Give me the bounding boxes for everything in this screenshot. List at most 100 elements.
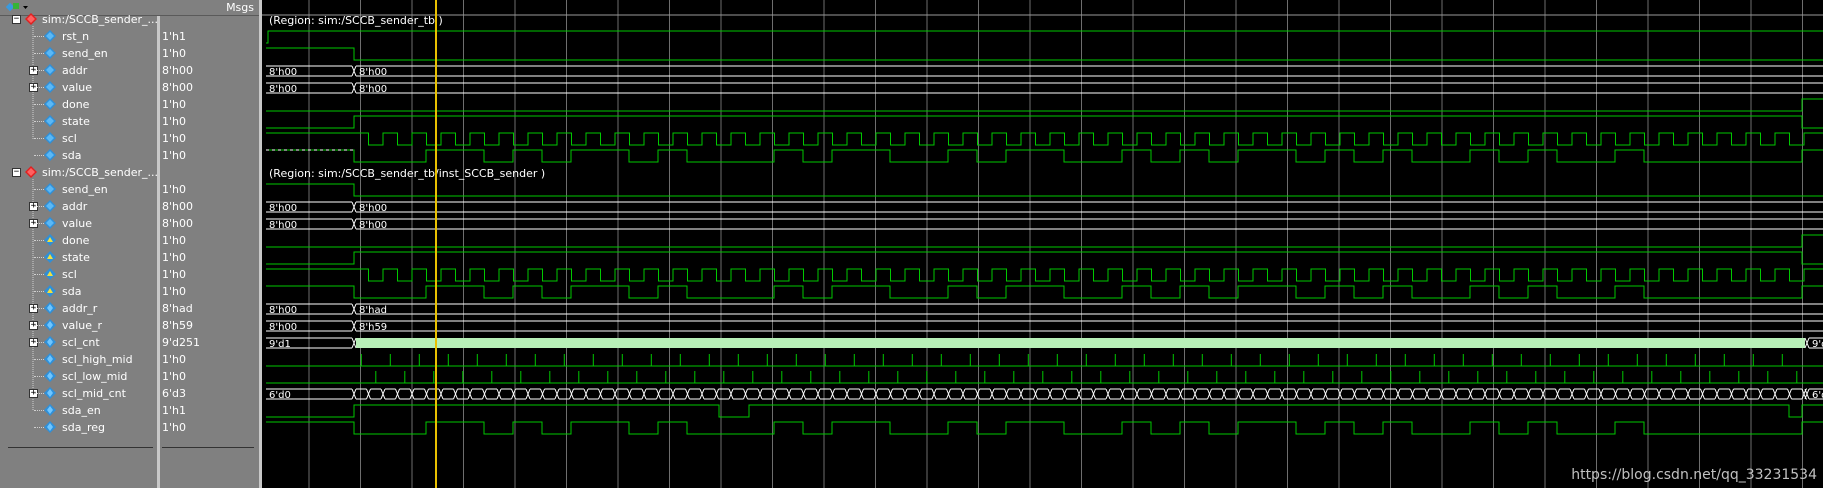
- bus-transition: [453, 388, 458, 400]
- bus-value: 8'h00: [269, 203, 297, 214]
- tree-branch: [34, 291, 44, 292]
- bus-rails: [892, 388, 903, 400]
- signal-row[interactable]: scl: [0, 130, 157, 147]
- bus-rails: [414, 388, 425, 400]
- bit-wave: [266, 285, 1823, 299]
- tree-branch: [34, 206, 44, 207]
- bus-rails: [356, 201, 1823, 213]
- bit-wave: [266, 404, 1823, 418]
- waveform-canvas[interactable]: (Region: sim:/SCCB_sender_tb ) (Region: s…: [262, 0, 1823, 488]
- bus-rails: [1414, 388, 1425, 400]
- bus-rails: [1429, 388, 1440, 400]
- bit-wave: [266, 268, 1823, 282]
- bus-rails: [907, 388, 918, 400]
- signal-row[interactable]: send_en: [0, 45, 157, 62]
- bus-transition: [569, 388, 574, 400]
- signal-row[interactable]: + addr: [0, 62, 157, 79]
- bus-transition: [1714, 388, 1720, 400]
- signal-value: 1'h0: [162, 115, 186, 128]
- bus-transition: [1555, 388, 1560, 400]
- bus-transition: [482, 388, 487, 400]
- bus-transition: [525, 388, 531, 400]
- signal-row[interactable]: state: [0, 113, 157, 130]
- bus-transition: [1700, 388, 1705, 400]
- bus-value: 8'h00: [359, 203, 387, 214]
- signal-row[interactable]: + addr_r: [0, 300, 157, 317]
- bus-rails: [1211, 388, 1222, 400]
- signal-row[interactable]: + addr: [0, 198, 157, 215]
- bus-transition: [1482, 388, 1488, 400]
- bus-rails: [965, 388, 976, 400]
- bus-transition: [685, 388, 690, 400]
- signal-row[interactable]: scl_low_mid: [0, 368, 157, 385]
- signal-value: 1'h0: [162, 149, 186, 162]
- bus-transition: [656, 388, 661, 400]
- bus-transition: [917, 388, 922, 400]
- signal-row[interactable]: + scl_mid_cnt: [0, 385, 157, 402]
- bus-rails: [1342, 388, 1353, 400]
- tree-branch: [34, 53, 44, 54]
- signal-row[interactable]: scl: [0, 266, 157, 283]
- signal-name: done: [62, 234, 90, 247]
- signal-value: 8'h00: [162, 217, 193, 230]
- signal-row[interactable]: + value_r: [0, 317, 157, 334]
- tree-branch: [34, 393, 44, 394]
- tree-branch: [34, 70, 44, 71]
- bus-transition: [366, 388, 371, 400]
- bus-transition: [1613, 388, 1618, 400]
- bus-value: 6'd57: [1812, 390, 1823, 401]
- bus-rails: [776, 388, 787, 400]
- bus-transition: [424, 388, 429, 400]
- signal-name: value: [62, 217, 93, 230]
- signal-row[interactable]: + value: [0, 215, 157, 232]
- signal-row[interactable]: sda: [0, 147, 157, 164]
- signal-row[interactable]: + value: [0, 79, 157, 96]
- bus-rails: [1458, 388, 1469, 400]
- region-label: (Region: sim:/SCCB_sender_tb ): [269, 14, 443, 27]
- bus-transition: [1569, 388, 1575, 400]
- bus-transition: [1323, 388, 1328, 400]
- bus-value: 8'h00: [269, 322, 297, 333]
- bus-rails: [501, 388, 512, 400]
- bus-rails: [457, 388, 468, 400]
- bus-rails: [1240, 388, 1251, 400]
- signal-row[interactable]: send_en: [0, 181, 157, 198]
- bus-transition: [351, 65, 357, 77]
- bus-transition: [1627, 388, 1633, 400]
- signal-row[interactable]: done: [0, 232, 157, 249]
- signal-row[interactable]: scl_high_mid: [0, 351, 157, 368]
- signal-value: 1'h0: [162, 132, 186, 145]
- signal-name: scl_high_mid: [62, 353, 133, 366]
- bus-transition: [772, 388, 777, 400]
- bus-rails: [1516, 388, 1527, 400]
- bus-transition: [540, 388, 545, 400]
- bus-rails: [602, 388, 613, 400]
- input-diamond-icon: [44, 81, 56, 93]
- signal-row[interactable]: sda_en: [0, 402, 157, 419]
- signal-row[interactable]: sda_reg: [0, 419, 157, 436]
- internal-diamond-icon: [44, 370, 56, 382]
- signal-name: scl_low_mid: [62, 370, 128, 383]
- signal-value: 1'h0: [162, 353, 186, 366]
- signal-row[interactable]: state: [0, 249, 157, 266]
- signal-value: 1'h0: [162, 47, 186, 60]
- bus-transition: [1804, 388, 1810, 400]
- bus-rails: [718, 388, 729, 400]
- signal-name: addr: [62, 200, 88, 213]
- bus-rails: [1443, 388, 1454, 400]
- bus-transition: [1685, 388, 1691, 400]
- bus-rails: [559, 388, 570, 400]
- bus-rails: [1777, 388, 1788, 400]
- signal-row[interactable]: sda: [0, 283, 157, 300]
- bus-transition: [1497, 388, 1502, 400]
- bus-transition: [1047, 388, 1053, 400]
- signal-row[interactable]: rst_n: [0, 28, 157, 45]
- bus-rails: [878, 388, 889, 400]
- bus-rails: [573, 388, 584, 400]
- tree-branch: [34, 257, 44, 258]
- signal-row[interactable]: done: [0, 96, 157, 113]
- bus-rails: [1153, 388, 1164, 400]
- input-diamond-icon: [44, 115, 56, 127]
- signal-row[interactable]: + scl_cnt: [0, 334, 157, 351]
- bus-transition: [351, 320, 357, 332]
